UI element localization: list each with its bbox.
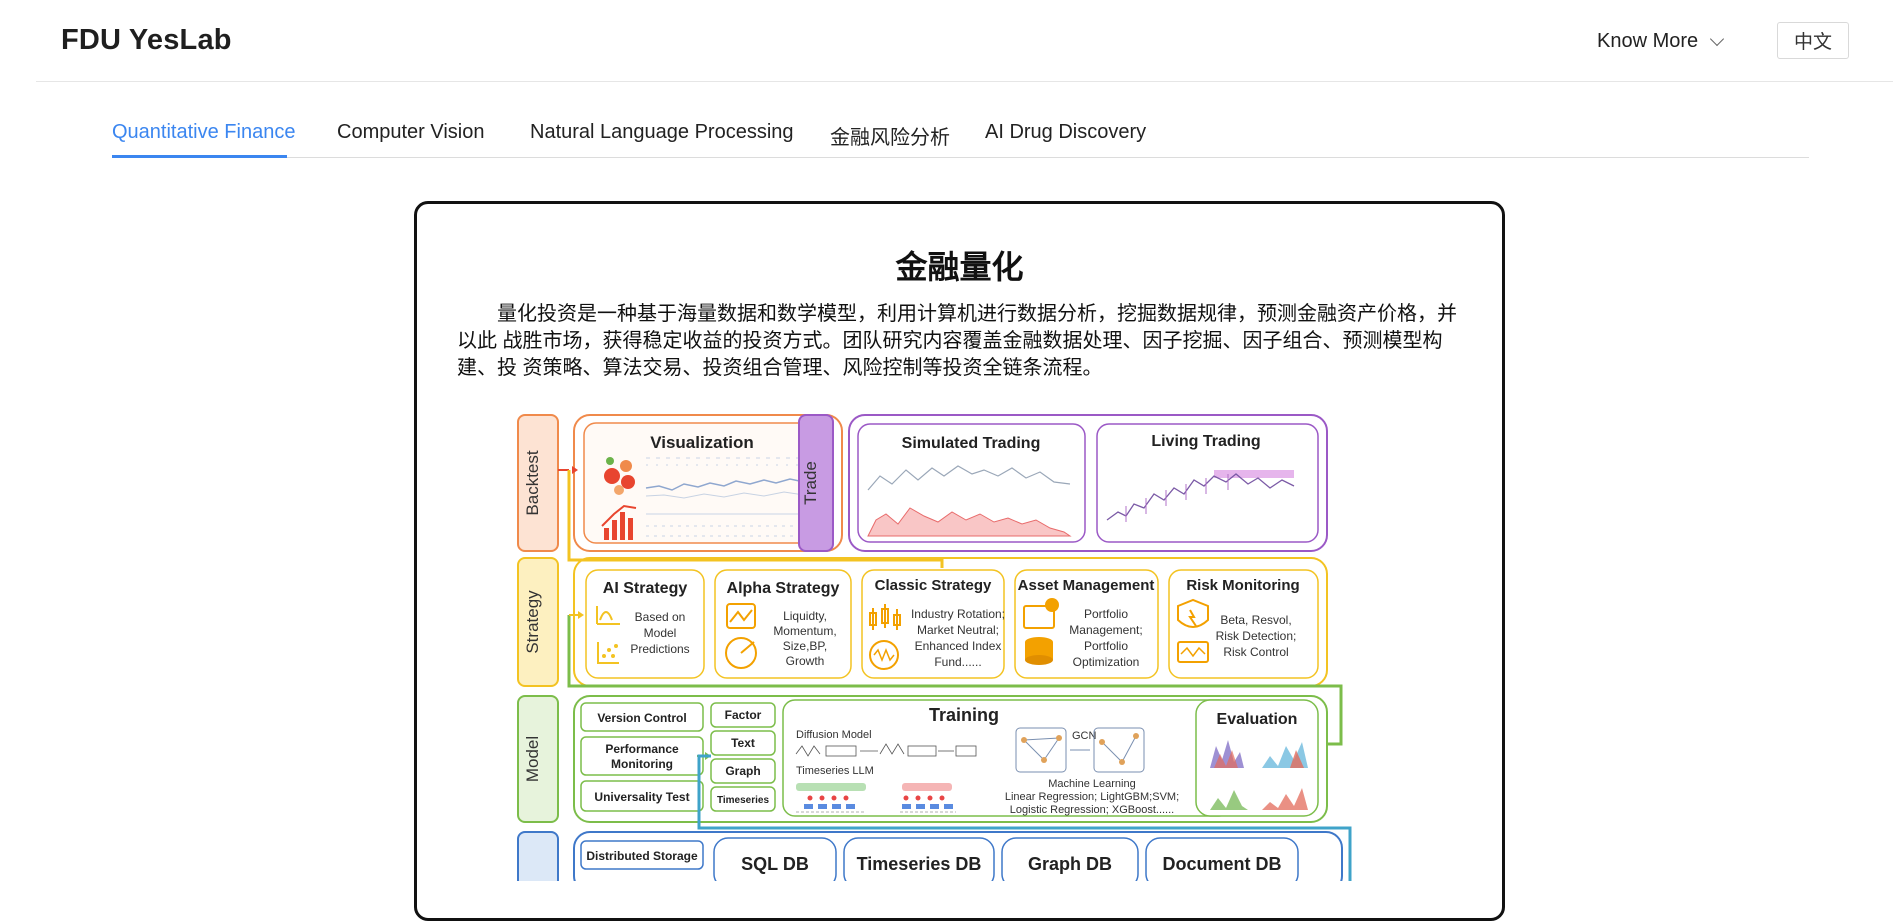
strategy-label: Strategy — [523, 590, 542, 654]
active-tab-indicator — [112, 155, 287, 158]
ai-strategy-line-3: Predictions — [630, 642, 689, 656]
input-factor-label: Factor — [725, 708, 762, 722]
ml-line-1: Linear Regression; LightGBM;SVM; — [1005, 791, 1179, 803]
training-title: Training — [929, 705, 999, 725]
diffusion-model-label: Diffusion Model — [796, 729, 872, 741]
ai-strategy-line-2: Model — [644, 626, 677, 640]
monitoring-label: Monitoring — [611, 757, 673, 771]
alpha-strategy-line-3: Size,BP, — [783, 639, 827, 653]
quant-architecture-diagram: Backtest Visualization Trade Simulated T… — [514, 410, 1414, 893]
classic-strategy-line-2: Market Neutral; — [917, 623, 999, 637]
tab-computer-vision[interactable]: Computer Vision — [337, 121, 484, 144]
tabs-baseline — [112, 157, 1809, 158]
ai-strategy-line-1: Based on — [635, 610, 686, 624]
living-trading-title: Living Trading — [1151, 433, 1260, 450]
document-db-label: Document DB — [1162, 854, 1281, 874]
alpha-strategy-line-1: Liquidty, — [783, 609, 827, 623]
top-header: FDU YesLab Know More 中文 — [0, 0, 1893, 82]
input-timeseries-label: Timeseries — [717, 795, 770, 806]
universality-test-label: Universality Test — [594, 790, 689, 804]
know-more-label: Know More — [1597, 30, 1699, 52]
research-tabs: Quantitative Finance Computer Vision Nat… — [112, 115, 1809, 158]
distributed-storage-label: Distributed Storage — [586, 849, 698, 863]
simulated-trading-title: Simulated Trading — [902, 435, 1041, 452]
card-title: 金融量化 — [895, 249, 1024, 285]
asset-management-line-3: Portfolio — [1084, 639, 1128, 653]
risk-monitoring-line-1: Beta, Resvol, — [1220, 613, 1291, 627]
classic-strategy-line-3: Enhanced Index — [915, 639, 1002, 653]
evaluation-panel: Evaluation — [1195, 699, 1319, 817]
classic-strategy-line-4: Fund...... — [934, 655, 981, 669]
header-divider — [36, 81, 1893, 82]
language-switch-button[interactable]: 中文 — [1777, 22, 1849, 59]
tab-quantitative-finance[interactable]: Quantitative Finance — [112, 121, 295, 144]
timeseries-llm-label: Timeseries LLM — [796, 765, 874, 777]
know-more-menu[interactable]: Know More — [1597, 30, 1725, 53]
backtest-label: Backtest — [523, 450, 542, 515]
input-text-label: Text — [731, 736, 755, 750]
sql-db-label: SQL DB — [741, 854, 809, 874]
risk-monitoring-line-3: Risk Control — [1223, 645, 1288, 659]
data-label-box — [517, 831, 559, 893]
input-graph-label: Graph — [725, 764, 760, 778]
visualization-title: Visualization — [650, 433, 754, 452]
risk-monitoring-title: Risk Monitoring — [1186, 577, 1299, 594]
living-highlight-band — [1214, 470, 1294, 478]
alpha-strategy-line-4: Growth — [786, 654, 825, 668]
graph-db-label: Graph DB — [1028, 854, 1112, 874]
ml-title: Machine Learning — [1048, 778, 1135, 790]
ml-line-2: Logistic Regression; XGBoost...... — [1010, 804, 1174, 816]
tab-financial-risk-analysis[interactable]: 金融风险分析 — [830, 121, 950, 150]
strategy-layer: Strategy AI Strategy Based on Model Pred… — [517, 557, 1328, 687]
backtest-layer: Backtest Visualization — [517, 414, 843, 552]
bubble-chart-icon — [604, 468, 620, 484]
gcn-label: GCN — [1072, 730, 1097, 742]
card-description: 量化投资是一种基于海量数据和数学模型，利用计算机进行数据分析，挖掘数据规律，预测… — [457, 303, 1457, 379]
asset-management-line-2: Management; — [1069, 623, 1142, 637]
ai-strategy-title: AI Strategy — [603, 580, 688, 597]
tab-natural-language-processing[interactable]: Natural Language Processing — [530, 121, 794, 144]
asset-management-line-4: Optimization — [1073, 655, 1140, 669]
asset-management-title: Asset Management — [1018, 577, 1155, 594]
classic-strategy-title: Classic Strategy — [875, 577, 992, 594]
data-layer: Distributed Storage SQL DB Timeseries DB… — [517, 831, 1343, 893]
alpha-strategy-line-2: Momentum, — [773, 624, 836, 638]
trade-layer: Trade Simulated Trading Living Trading — [798, 414, 1328, 552]
performance-label: Performance — [605, 742, 679, 756]
risk-monitoring-line-2: Risk Detection; — [1216, 629, 1297, 643]
asset-management-line-1: Portfolio — [1084, 607, 1128, 621]
brand-logo[interactable]: FDU YesLab — [61, 24, 232, 57]
chevron-down-icon — [1710, 31, 1725, 46]
model-label: Model — [523, 736, 542, 782]
tab-ai-drug-discovery[interactable]: AI Drug Discovery — [985, 121, 1146, 144]
trade-label: Trade — [801, 461, 820, 505]
evaluation-title: Evaluation — [1217, 711, 1298, 728]
alpha-strategy-title: Alpha Strategy — [727, 580, 840, 597]
classic-strategy-line-1: Industry Rotation; — [911, 607, 1005, 621]
timeseries-db-label: Timeseries DB — [857, 854, 982, 874]
version-control-label: Version Control — [597, 711, 686, 725]
